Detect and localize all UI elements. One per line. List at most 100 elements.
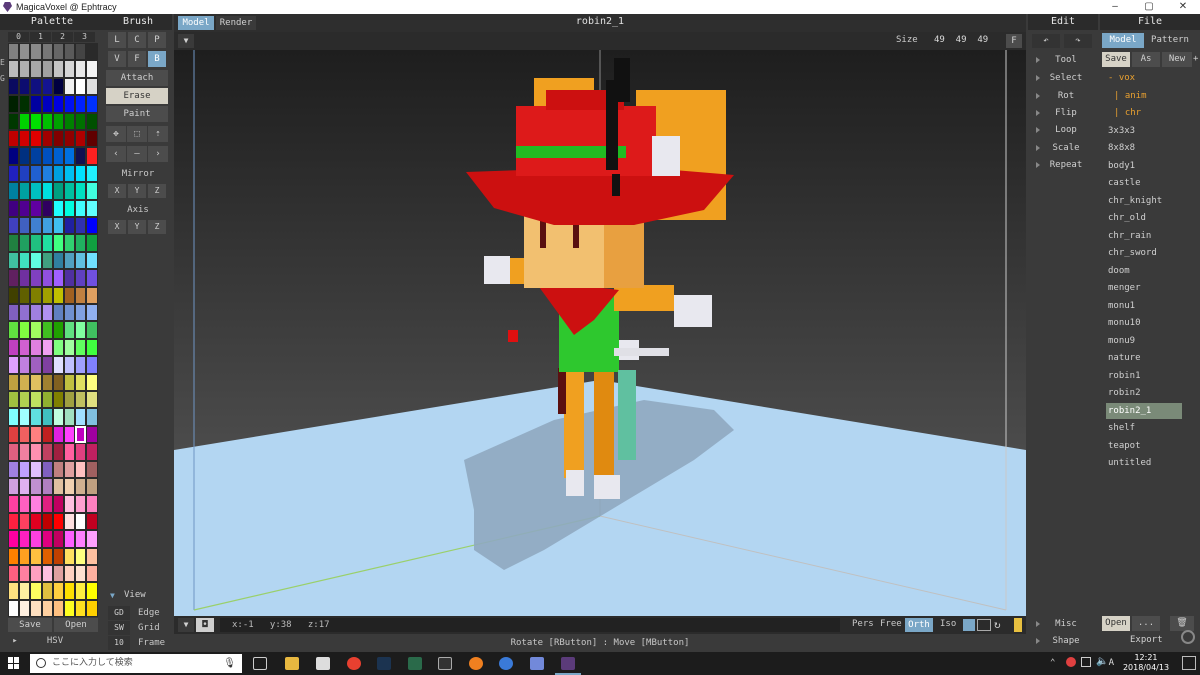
palette-swatch[interactable] bbox=[19, 251, 31, 270]
palette-swatch[interactable] bbox=[19, 565, 31, 583]
palette-swatch[interactable] bbox=[86, 478, 98, 496]
palette-side-letter-g[interactable]: G bbox=[0, 74, 6, 83]
palette-swatch[interactable] bbox=[75, 164, 87, 183]
palette-swatch[interactable] bbox=[41, 356, 53, 374]
palette-swatch[interactable] bbox=[8, 269, 20, 287]
palette-swatch[interactable] bbox=[41, 373, 53, 391]
palette-swatch[interactable] bbox=[19, 199, 31, 217]
palette-swatch[interactable] bbox=[75, 321, 87, 339]
edit-item-rot[interactable]: Rot bbox=[1036, 88, 1086, 104]
palette-swatch[interactable] bbox=[41, 217, 53, 235]
palette-swatch[interactable] bbox=[52, 251, 64, 270]
palette-swatch[interactable] bbox=[75, 495, 87, 513]
palette-swatch[interactable] bbox=[19, 182, 31, 200]
brush-type-v[interactable]: V bbox=[108, 51, 126, 67]
file-item[interactable]: chr_old bbox=[1106, 210, 1182, 226]
palette-swatch[interactable] bbox=[8, 234, 20, 252]
palette-swatch[interactable] bbox=[8, 373, 20, 391]
palette-swatch[interactable] bbox=[52, 495, 64, 513]
palette-swatch[interactable] bbox=[30, 338, 42, 357]
erase-mode-button[interactable]: Erase bbox=[106, 88, 168, 104]
palette-swatch[interactable] bbox=[30, 425, 42, 444]
palette-swatch[interactable] bbox=[41, 147, 53, 165]
palette-swatch[interactable] bbox=[64, 269, 76, 287]
export-label[interactable]: Export bbox=[1130, 635, 1163, 645]
palette-swatch[interactable] bbox=[8, 286, 20, 304]
palette-swatch[interactable] bbox=[41, 286, 53, 304]
palette-swatch[interactable] bbox=[19, 356, 31, 374]
axis-z[interactable]: Z bbox=[148, 220, 166, 234]
palette-swatch[interactable] bbox=[41, 60, 53, 78]
palette-swatch[interactable] bbox=[41, 269, 53, 287]
palette-swatch[interactable] bbox=[8, 112, 20, 130]
palette-swatch[interactable] bbox=[8, 147, 20, 165]
axis-x[interactable]: X bbox=[108, 220, 126, 234]
palette-page-tab[interactable]: 2 bbox=[52, 32, 73, 42]
palette-swatch[interactable] bbox=[64, 599, 76, 618]
palette-swatch[interactable] bbox=[86, 95, 98, 113]
undo-icon[interactable]: ↶ bbox=[1032, 34, 1060, 48]
palette-swatch[interactable] bbox=[19, 112, 31, 130]
file-item[interactable]: monu10 bbox=[1106, 315, 1182, 331]
fit-button[interactable]: F bbox=[1006, 34, 1022, 48]
palette-swatch[interactable] bbox=[86, 130, 98, 148]
palette-swatch[interactable] bbox=[52, 112, 64, 130]
palette-swatch[interactable] bbox=[19, 43, 31, 61]
palette-swatch[interactable] bbox=[8, 356, 20, 374]
projection-iso[interactable]: Iso bbox=[940, 619, 956, 629]
palette-swatch[interactable] bbox=[64, 77, 76, 96]
palette-swatch[interactable] bbox=[52, 478, 64, 496]
palette-swatch[interactable] bbox=[41, 112, 53, 130]
palette-swatch[interactable] bbox=[8, 512, 20, 531]
palette-swatch[interactable] bbox=[41, 199, 53, 217]
mail-icon[interactable] bbox=[316, 657, 330, 670]
palette-swatch[interactable] bbox=[30, 234, 42, 252]
file-tab-model[interactable]: Model bbox=[1102, 33, 1144, 48]
file-save-button[interactable]: Save bbox=[1102, 52, 1130, 67]
palette-swatch[interactable] bbox=[75, 530, 87, 548]
palette-swatch[interactable] bbox=[19, 391, 31, 409]
palette-swatch[interactable] bbox=[30, 565, 42, 583]
palette-swatch[interactable] bbox=[75, 43, 87, 61]
palette-swatch[interactable] bbox=[52, 408, 64, 426]
palette-swatch[interactable] bbox=[52, 95, 64, 113]
palette-swatch[interactable] bbox=[86, 77, 98, 96]
palette-swatch[interactable] bbox=[64, 478, 76, 496]
nav-mid-icon[interactable]: — bbox=[127, 146, 147, 162]
palette-swatch[interactable] bbox=[86, 199, 98, 217]
edge-label[interactable]: Edge bbox=[132, 608, 168, 618]
view-key-gd[interactable]: GD bbox=[108, 606, 130, 620]
palette-swatch[interactable] bbox=[52, 391, 64, 409]
palette-swatch[interactable] bbox=[52, 269, 64, 287]
palette-swatch[interactable] bbox=[52, 530, 64, 548]
palette-swatch[interactable] bbox=[41, 582, 53, 600]
file-item[interactable]: nature bbox=[1106, 350, 1182, 366]
palette-swatch[interactable] bbox=[75, 286, 87, 304]
palette-swatch[interactable] bbox=[30, 582, 42, 600]
palette-swatch[interactable] bbox=[30, 95, 42, 113]
palette-swatch[interactable] bbox=[75, 217, 87, 235]
file-open-button[interactable]: Open bbox=[1102, 616, 1130, 631]
hsv-label[interactable]: HSV bbox=[30, 636, 80, 646]
steam-icon[interactable] bbox=[377, 657, 391, 670]
palette-swatch[interactable] bbox=[8, 443, 20, 461]
palette-swatch[interactable] bbox=[75, 77, 87, 96]
palette-swatch[interactable] bbox=[41, 391, 53, 409]
palette-swatch[interactable] bbox=[52, 582, 64, 600]
palette-swatch[interactable] bbox=[64, 460, 76, 478]
file-item[interactable]: chr_rain bbox=[1106, 228, 1182, 244]
edit-item-tool[interactable]: Tool bbox=[1036, 52, 1086, 68]
palette-swatch[interactable] bbox=[8, 251, 20, 270]
palette-swatch[interactable] bbox=[19, 443, 31, 461]
palette-swatch[interactable] bbox=[86, 408, 98, 426]
palette-swatch[interactable] bbox=[86, 321, 98, 339]
palette-swatch[interactable] bbox=[86, 304, 98, 322]
file-item-selected[interactable]: robin2_1 bbox=[1106, 402, 1182, 419]
file-explorer-icon[interactable] bbox=[285, 657, 299, 670]
tray-chevron-icon[interactable]: ⌃ bbox=[1050, 658, 1055, 668]
palette-swatch[interactable] bbox=[75, 391, 87, 409]
file-item[interactable]: monu1 bbox=[1106, 298, 1182, 314]
palette-swatch[interactable] bbox=[86, 269, 98, 287]
palette-swatch[interactable] bbox=[8, 217, 20, 235]
paint-mode-button[interactable]: Paint bbox=[106, 106, 168, 122]
